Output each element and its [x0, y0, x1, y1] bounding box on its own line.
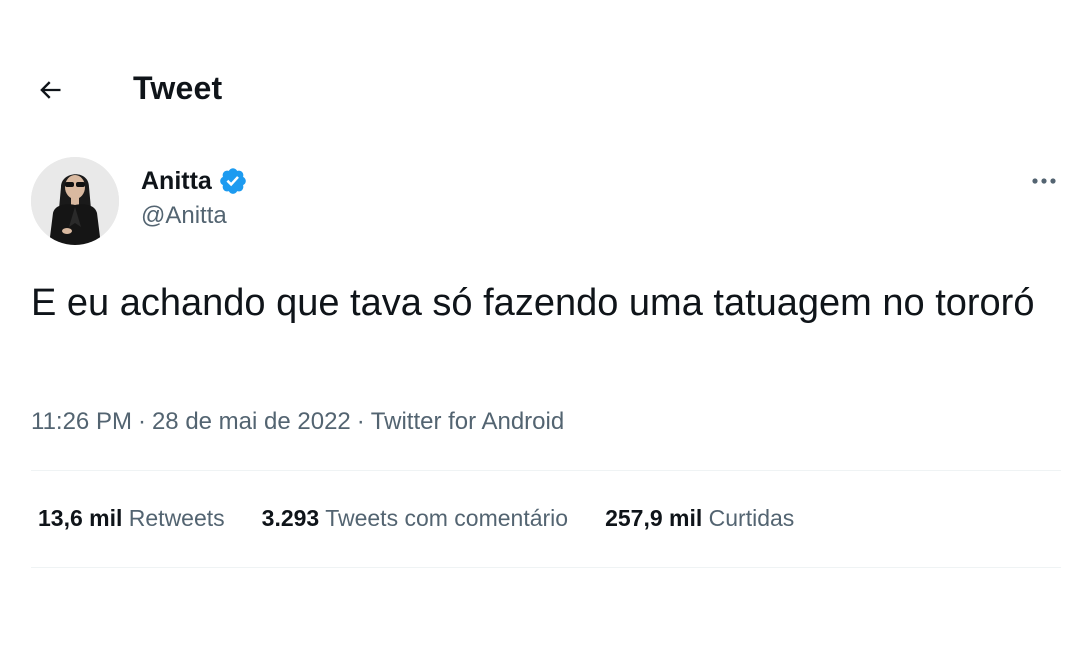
verified-badge-icon: [218, 166, 248, 196]
divider-top: [31, 470, 1061, 471]
tweet-meta: 11:26 PM · 28 de mai de 2022 · Twitter for A…: [31, 408, 564, 436]
arrow-left-icon: [40, 81, 61, 99]
avatar[interactable]: [31, 157, 119, 245]
tweet-time[interactable]: 11:26 PM: [31, 408, 132, 435]
more-options-button[interactable]: [1024, 166, 1064, 196]
tweet-stats: 13,6 mil Retweets 3.293 Tweets com comen…: [38, 505, 831, 532]
retweets-stat[interactable]: 13,6 mil Retweets: [38, 505, 225, 532]
page-header: Tweet: [0, 58, 1083, 120]
back-button[interactable]: [28, 68, 72, 112]
quotes-stat[interactable]: 3.293 Tweets com comentário: [262, 505, 568, 532]
likes-label: Curtidas: [708, 505, 795, 531]
profile-photo-icon: [31, 157, 119, 245]
likes-count: 257,9 mil: [605, 505, 703, 531]
meta-separator: ·: [137, 408, 146, 435]
tweet-text: E eu achando que tava só fazendo uma tat…: [31, 282, 1035, 324]
tweet-date[interactable]: 28 de mai de 2022: [152, 408, 351, 435]
author-block: Anitta @Anitta: [141, 164, 248, 230]
quotes-count: 3.293: [261, 505, 320, 531]
divider-bottom: [31, 567, 1061, 568]
meta-separator: ·: [356, 408, 365, 435]
page-title: Tweet: [133, 70, 223, 106]
display-name[interactable]: Anitta: [141, 167, 212, 196]
retweets-count: 13,6 mil: [38, 505, 123, 531]
likes-stat[interactable]: 257,9 mil Curtidas: [605, 505, 794, 532]
quotes-label: Tweets com comentário: [325, 505, 569, 531]
retweets-label: Retweets: [128, 505, 225, 531]
tweet-source[interactable]: Twitter for Android: [371, 408, 564, 435]
display-name-row: Anitta: [141, 164, 248, 198]
more-horizontal-icon: [1032, 178, 1056, 184]
handle[interactable]: @Anitta: [141, 202, 248, 230]
